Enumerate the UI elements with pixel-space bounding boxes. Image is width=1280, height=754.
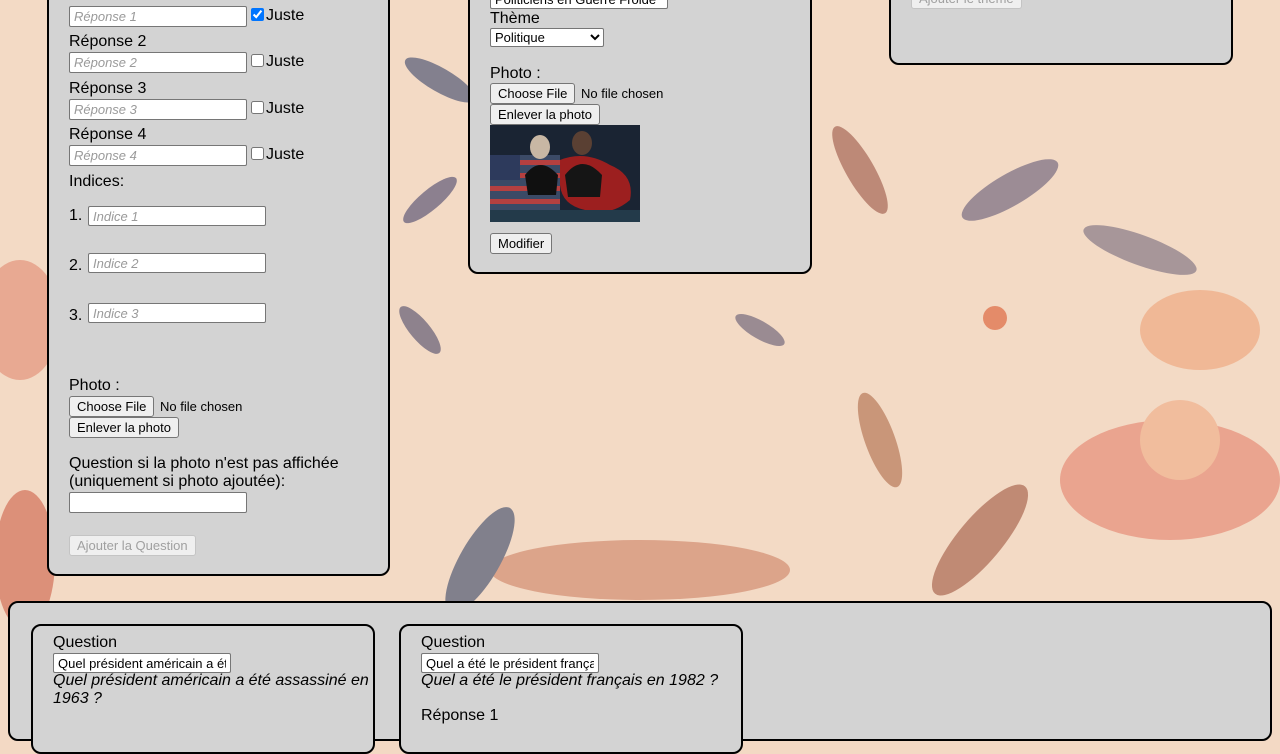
question-card: Question Quel président américain a été … xyxy=(31,624,375,754)
hint-3-input[interactable] xyxy=(88,303,266,323)
hint-2-number: 2. xyxy=(69,257,83,274)
hint-3-number: 3. xyxy=(69,307,83,324)
add-theme-button[interactable]: Ajouter le thème xyxy=(911,0,1022,9)
theme-photo xyxy=(490,125,640,222)
theme-label: Thème xyxy=(490,10,540,27)
answer-1-input[interactable] xyxy=(69,6,247,27)
answer-2-input[interactable] xyxy=(69,52,247,73)
add-theme-panel: Ajouter le thème xyxy=(889,0,1233,65)
answer-4-correct-label: Juste xyxy=(266,146,305,163)
questions-list-container: Question Quel président américain a été … xyxy=(8,601,1272,754)
answer-1-correct-label: Juste xyxy=(266,7,305,24)
question-form-panel: Juste Réponse 2 Juste Réponse 3 Juste Ré… xyxy=(47,0,390,576)
question-card: Question Quel a été le président françai… xyxy=(399,624,743,754)
answer-1-label: Réponse 1 xyxy=(421,707,499,724)
question-input[interactable] xyxy=(53,653,231,673)
fallback-question-label: Question si la photo n'est pas affichée … xyxy=(69,455,339,490)
answer-3-correct-label: Juste xyxy=(266,100,305,117)
question-input[interactable] xyxy=(421,653,599,673)
question-display-text: Quel a été le président français en 1982… xyxy=(421,672,719,689)
no-file-chosen-text: No file chosen xyxy=(581,86,664,101)
answer-3-correct-checkbox[interactable] xyxy=(251,101,264,114)
answer-3-label: Réponse 3 xyxy=(69,80,147,97)
photo-label: Photo : xyxy=(490,65,541,82)
question-display-text: Quel président américain a été assassiné… xyxy=(53,672,369,707)
answer-1-correct-checkbox[interactable] xyxy=(251,8,264,21)
hint-1-input[interactable] xyxy=(88,206,266,226)
answer-2-label: Réponse 2 xyxy=(69,33,147,50)
hints-label: Indices: xyxy=(69,173,125,190)
answer-3-input[interactable] xyxy=(69,99,247,120)
modify-button[interactable]: Modifier xyxy=(490,233,553,254)
answer-2-correct-label: Juste xyxy=(266,53,305,70)
theme-name-input[interactable] xyxy=(490,0,668,9)
add-question-button[interactable]: Ajouter la Question xyxy=(69,535,196,556)
theme-edit-panel: Thème Politique Photo : Choose File No f… xyxy=(468,0,812,274)
choose-file-button[interactable]: Choose File xyxy=(490,83,576,104)
remove-photo-button[interactable]: Enlever la photo xyxy=(490,104,600,125)
photo-label: Photo : xyxy=(69,377,120,394)
no-file-chosen-text: No file chosen xyxy=(160,399,243,414)
hint-2-input[interactable] xyxy=(88,253,266,273)
question-label: Question xyxy=(53,634,118,651)
question-label: Question xyxy=(421,634,486,651)
theme-select[interactable]: Politique xyxy=(490,28,604,47)
fallback-question-input[interactable] xyxy=(69,492,247,513)
answer-4-label: Réponse 4 xyxy=(69,126,147,143)
hint-1-number: 1. xyxy=(69,207,83,224)
answer-2-correct-checkbox[interactable] xyxy=(251,54,264,67)
remove-photo-button[interactable]: Enlever la photo xyxy=(69,417,179,438)
answer-4-correct-checkbox[interactable] xyxy=(251,147,264,160)
answer-4-input[interactable] xyxy=(69,145,247,166)
choose-file-button[interactable]: Choose File xyxy=(69,396,155,417)
